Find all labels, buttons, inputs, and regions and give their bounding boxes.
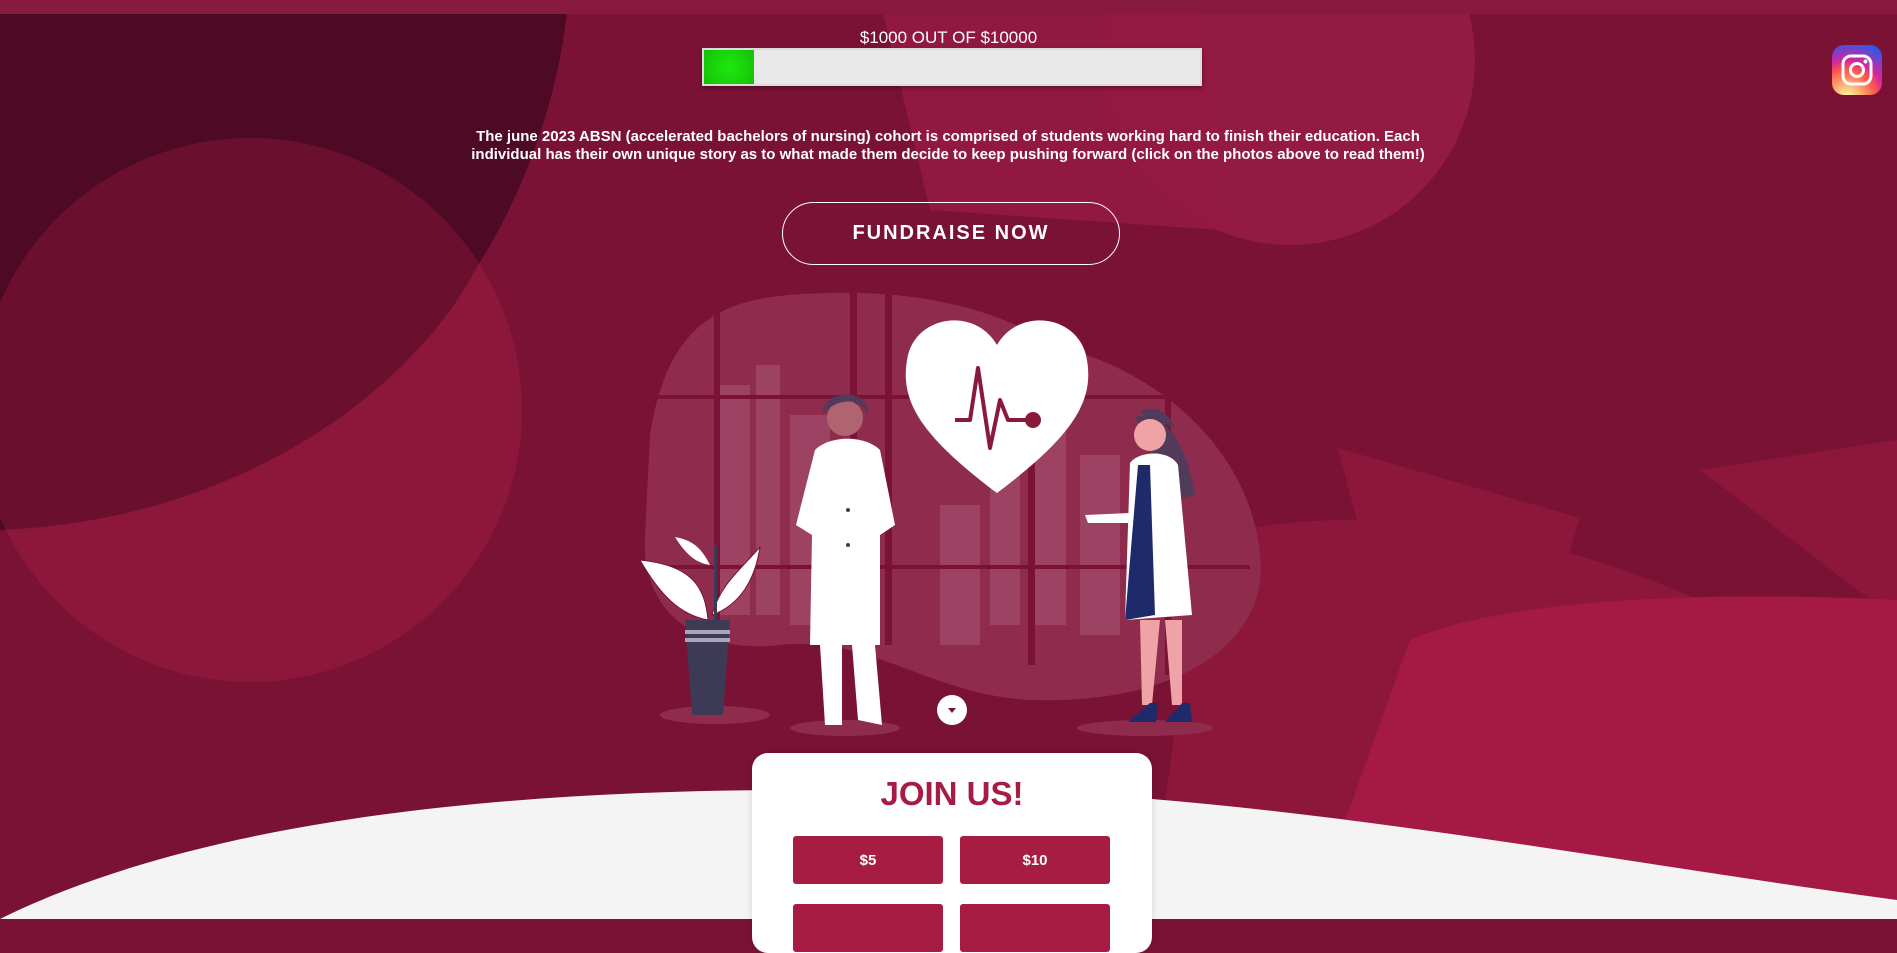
doctors-with-heart-illustration [639,285,1261,736]
donate-5-button[interactable]: $5 [793,836,943,884]
progress-label: $1000 OUT OF $10000 [859,28,1038,47]
instagram-icon[interactable] [1832,45,1882,95]
donate-amount-button[interactable] [960,904,1110,952]
progress-fill [704,50,754,84]
donate-10-button[interactable]: $10 [960,836,1110,884]
chevron-down-icon [948,707,956,713]
join-title: JOIN US! [880,775,1024,812]
top-bar [0,0,1897,14]
progress-bar [702,48,1202,86]
fundraise-now-button[interactable]: FUNDRAISE NOW [782,202,1120,265]
scroll-down-button[interactable] [937,695,967,725]
cohort-description: The june 2023 ABSN (accelerated bachelor… [471,128,1425,163]
join-card: JOIN US! $5 $10 [752,753,1152,953]
donate-amount-button[interactable] [793,904,943,952]
